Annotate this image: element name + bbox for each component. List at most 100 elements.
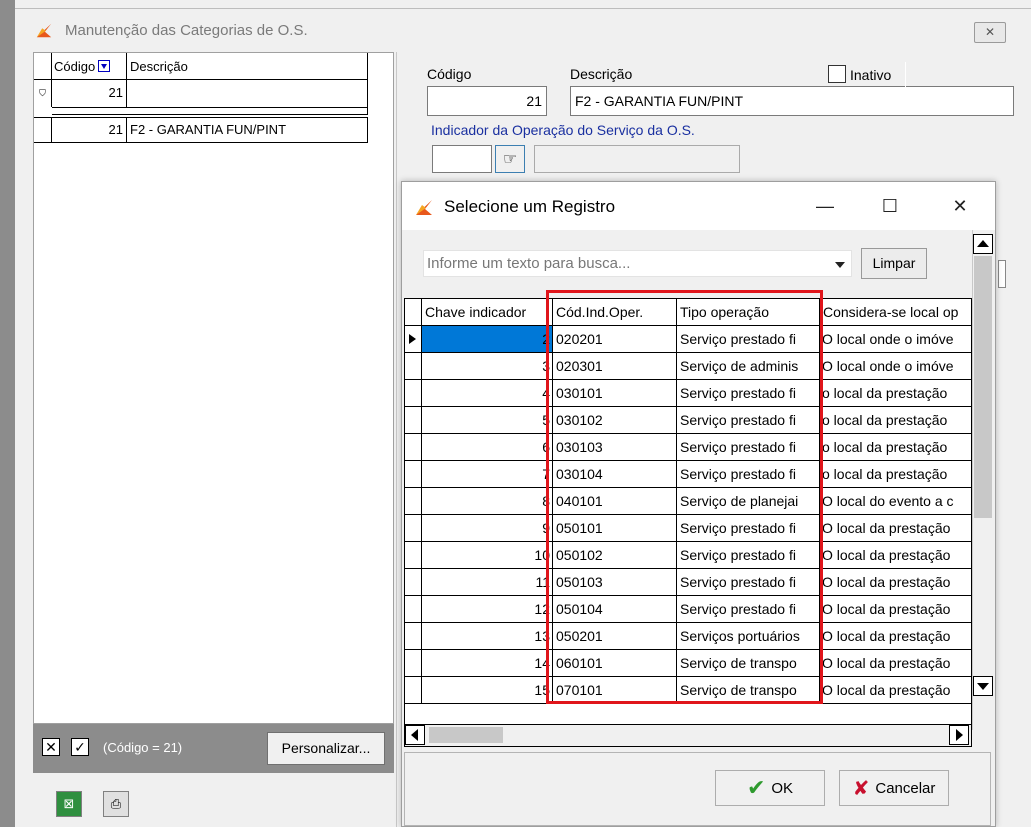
cell-cod[interactable]: 030103 [553,434,677,460]
table-row[interactable]: 5 030102 Serviço prestado fi o local da pre… [405,407,971,434]
scroll-right-icon[interactable] [949,725,969,745]
excel-export-icon[interactable]: ⊠ [56,791,82,817]
cell-chave[interactable]: 8 [422,488,553,514]
cell-cod[interactable]: 020201 [553,326,677,352]
cell-local[interactable]: O local onde o imóve [820,326,971,352]
cell-local[interactable]: O local do evento a c [820,488,971,514]
table-row[interactable]: 13 050201 Serviços portuários O local da pr… [405,623,971,650]
cell-local[interactable]: o local da prestação [820,461,971,487]
cell-tipo[interactable]: Serviço prestado fi [677,407,820,433]
table-row[interactable]: 11 050103 Serviço prestado fi O local da pr… [405,569,971,596]
lookup-hand-icon[interactable]: ☞ [495,145,525,173]
cell-local[interactable]: O local onde o imóve [820,353,971,379]
cell-tipo[interactable]: Serviço prestado fi [677,461,820,487]
close-icon[interactable]: ✕ [937,192,983,220]
cell-local[interactable]: o local da prestação [820,434,971,460]
cell-cod[interactable]: 020301 [553,353,677,379]
cell-cod[interactable]: 070101 [553,677,677,703]
cell-local[interactable]: O local da prestação [820,515,971,541]
limpar-button[interactable]: Limpar [861,248,927,279]
ok-button[interactable]: ✔ OK [715,770,825,806]
cell-cod[interactable]: 050102 [553,542,677,568]
cell-cod[interactable]: 030101 [553,380,677,406]
indicador-code-field[interactable] [432,145,492,173]
row-codigo-cell[interactable]: 21 [52,118,127,142]
filter-dropdown-icon[interactable] [98,60,111,72]
cell-local[interactable]: o local da prestação [820,407,971,433]
maximize-icon[interactable]: ☐ [867,192,913,220]
horizontal-scroll-thumb[interactable] [429,727,503,743]
row-descricao-cell[interactable]: F2 - GARANTIA FUN/PINT [127,118,286,142]
table-row[interactable]: 4 030101 Serviço prestado fi o local da pre… [405,380,971,407]
table-row[interactable]: 15 070101 Serviço de transpo O local da pre… [405,677,971,704]
cell-chave[interactable]: 3 [422,353,553,379]
cell-cod[interactable]: 050201 [553,623,677,649]
codigo-field[interactable]: 21 [427,86,547,116]
column-header-tipo[interactable]: Tipo operação [677,299,820,325]
filter-descricao-cell[interactable] [127,80,367,107]
scroll-up-icon[interactable] [973,234,993,254]
column-header-chave[interactable]: Chave indicador [422,299,553,325]
table-row[interactable]: 10 050102 Serviço prestado fi O local da pr… [405,542,971,569]
cell-tipo[interactable]: Serviços portuários [677,623,820,649]
descricao-field[interactable]: F2 - GARANTIA FUN/PINT [570,86,1014,116]
cell-tipo[interactable]: Serviço de transpo [677,650,820,676]
scroll-down-icon[interactable] [973,676,993,696]
table-row[interactable]: 14 060101 Serviço de transpo O local da pre… [405,650,971,677]
cell-chave[interactable]: 13 [422,623,553,649]
minimize-icon[interactable]: — [802,192,848,220]
cell-cod[interactable]: 050103 [553,569,677,595]
cell-cod[interactable]: 040101 [553,488,677,514]
cell-chave[interactable]: 10 [422,542,553,568]
table-row[interactable]: 3 020301 Serviço de adminis O local onde o … [405,353,971,380]
cell-tipo[interactable]: Serviço de adminis [677,353,820,379]
chevron-down-icon[interactable] [835,262,845,268]
cell-local[interactable]: O local da prestação [820,596,971,622]
column-header-local[interactable]: Considera-se local op [820,299,971,325]
column-header-cod[interactable]: Cód.Ind.Oper. [553,299,677,325]
cell-tipo[interactable]: Serviço prestado fi [677,542,820,568]
resize-handle[interactable] [998,260,1006,288]
cell-chave[interactable]: 5 [422,407,553,433]
cell-chave[interactable]: 14 [422,650,553,676]
cell-cod[interactable]: 030102 [553,407,677,433]
cell-chave[interactable]: 2 [422,326,553,352]
cell-chave[interactable]: 11 [422,569,553,595]
search-input[interactable]: Informe um texto para busca... [423,250,852,277]
cancel-button[interactable]: ✘ Cancelar [839,770,949,806]
print-icon[interactable]: ⎙ [103,791,129,817]
cell-tipo[interactable]: Serviço prestado fi [677,569,820,595]
cell-chave[interactable]: 7 [422,461,553,487]
cell-local[interactable]: O local da prestação [820,569,971,595]
cell-tipo[interactable]: Serviço prestado fi [677,326,820,352]
cell-local[interactable]: O local da prestação [820,650,971,676]
cell-cod[interactable]: 060101 [553,650,677,676]
cell-local[interactable]: o local da prestação [820,380,971,406]
table-row[interactable]: 12 050104 Serviço prestado fi O local da pr… [405,596,971,623]
main-close-button[interactable]: ✕ [974,22,1006,43]
cell-chave[interactable]: 9 [422,515,553,541]
cell-cod[interactable]: 030104 [553,461,677,487]
enable-filter-checkbox[interactable]: ✓ [71,738,89,756]
horizontal-scrollbar[interactable] [404,725,972,747]
cell-tipo[interactable]: Serviço prestado fi [677,596,820,622]
table-row[interactable]: 6 030103 Serviço prestado fi o local da pre… [405,434,971,461]
column-header-descricao[interactable]: Descrição [127,53,367,79]
table-row[interactable]: 21 F2 - GARANTIA FUN/PINT [34,117,368,143]
vertical-scroll-thumb[interactable] [974,256,992,518]
personalizar-button[interactable]: Personalizar... [267,732,385,765]
cell-tipo[interactable]: Serviço de transpo [677,677,820,703]
cell-tipo[interactable]: Serviço de planejai [677,488,820,514]
cell-local[interactable]: O local da prestação [820,623,971,649]
cell-chave[interactable]: 4 [422,380,553,406]
cell-tipo[interactable]: Serviço prestado fi [677,515,820,541]
cell-chave[interactable]: 15 [422,677,553,703]
filter-codigo-cell[interactable]: 21 [52,80,127,107]
cell-cod[interactable]: 050101 [553,515,677,541]
table-row[interactable]: 7 030104 Serviço prestado fi o local da pre… [405,461,971,488]
clear-filter-checkbox[interactable]: ✕ [42,738,60,756]
scroll-left-icon[interactable] [405,725,425,745]
cell-local[interactable]: O local da prestação [820,677,971,703]
table-row[interactable]: 9 050101 Serviço prestado fi O local da pre… [405,515,971,542]
column-header-codigo[interactable]: Código [52,53,127,79]
